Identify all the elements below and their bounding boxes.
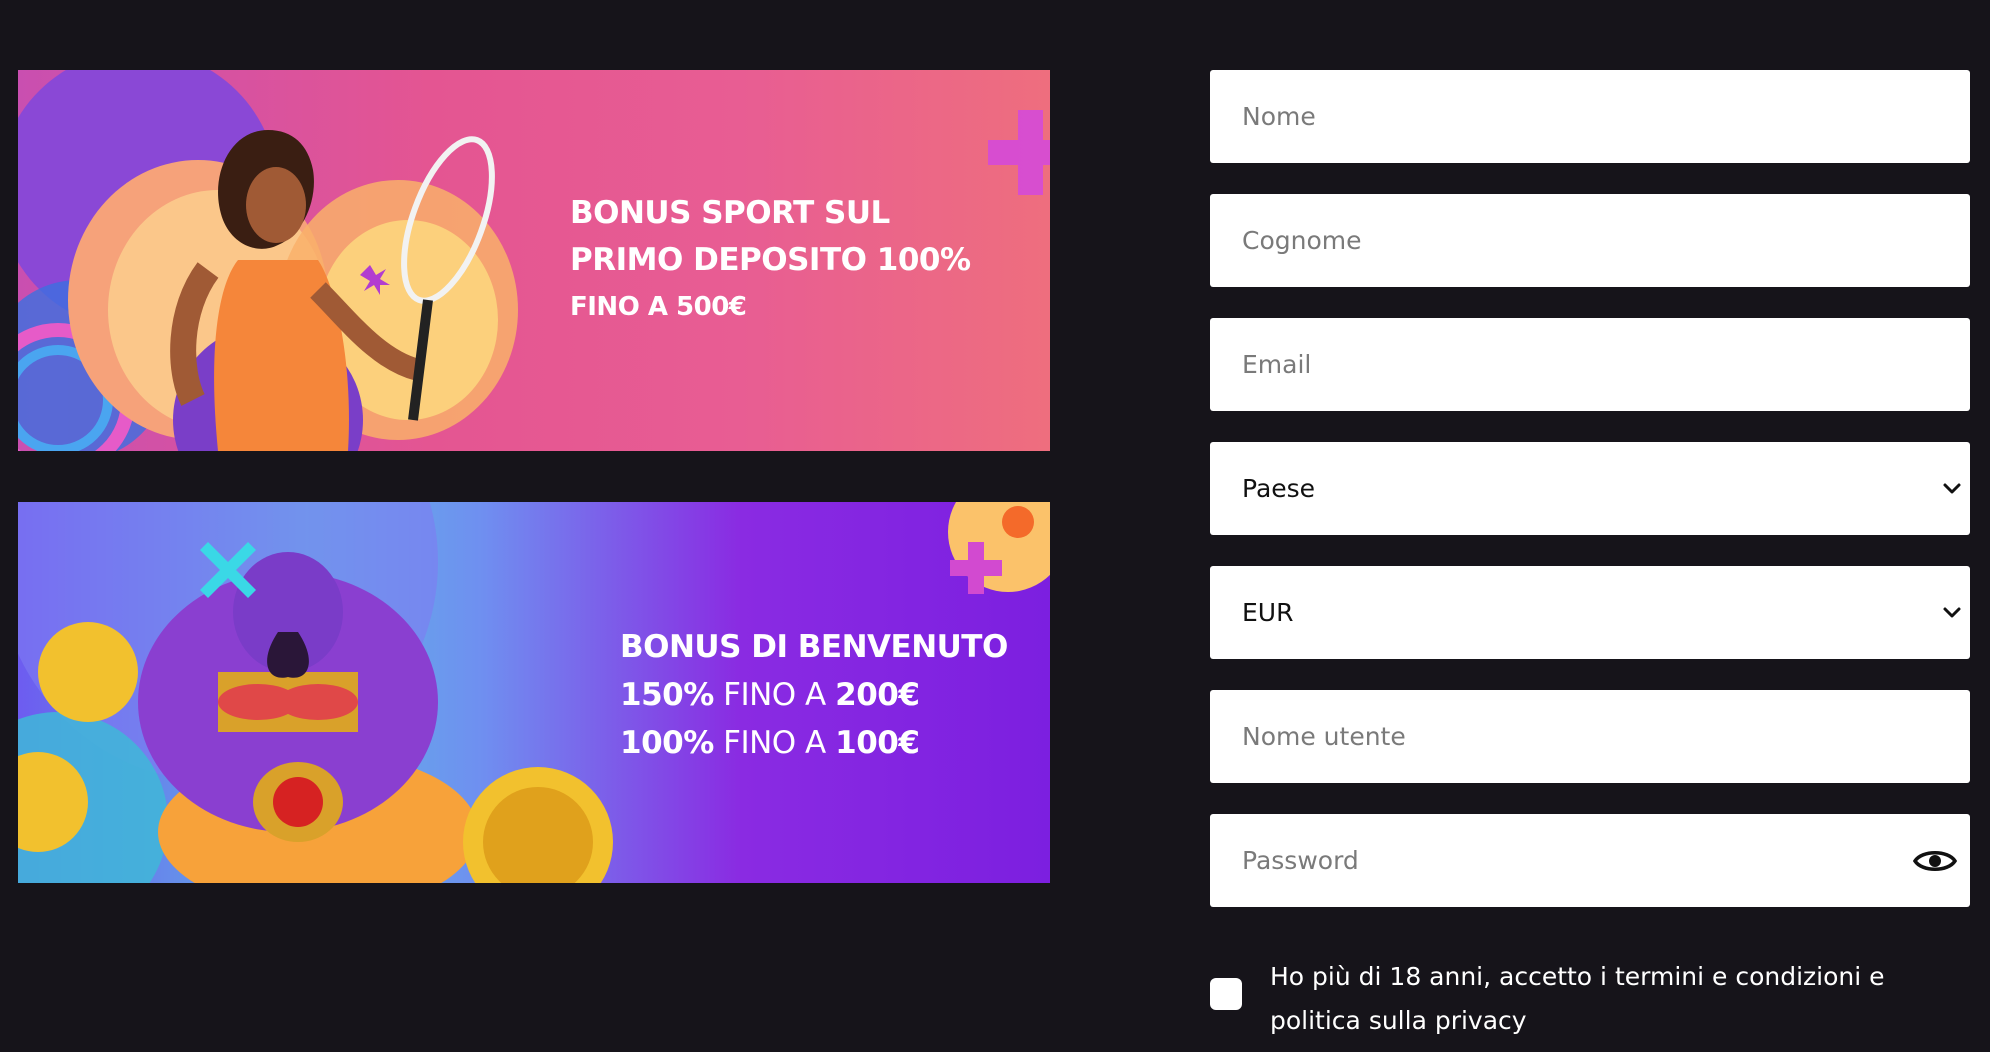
eye-icon[interactable] — [1912, 846, 1958, 876]
casino-bonus-text: BONUS DI BENVENUTO 150% FINO A 200€ 100%… — [620, 632, 1008, 776]
casino-bonus-row1-pct: 150% — [620, 677, 714, 713]
sport-bonus-line1: BONUS SPORT SUL — [570, 195, 890, 231]
casino-bonus-row2-pct: 100% — [620, 725, 714, 761]
last-name-input[interactable] — [1210, 194, 1970, 287]
casino-bonus-line1: BONUS DI BENVENUTO — [620, 629, 1008, 665]
email-field — [1210, 318, 1970, 411]
sport-bonus-line3: FINO A 500€ — [570, 292, 747, 322]
casino-welcome-banner[interactable]: BONUS DI BENVENUTO 150% FINO A 200€ 100%… — [18, 502, 1050, 883]
chevron-down-icon — [1943, 607, 1961, 617]
first-name-input[interactable] — [1210, 70, 1970, 163]
last-name-field — [1210, 194, 1970, 287]
first-name-field — [1210, 70, 1970, 163]
chevron-down-icon — [1943, 483, 1961, 493]
sport-bonus-banner[interactable]: BONUS SPORT SUL PRIMO DEPOSITO 100% FINO… — [18, 70, 1050, 451]
currency-select[interactable]: EUR — [1210, 566, 1970, 659]
currency-select-value: EUR — [1242, 598, 1294, 627]
country-select-value: Paese — [1242, 474, 1316, 503]
casino-bonus-row1-amount: 200€ — [835, 677, 920, 713]
sport-bonus-text: BONUS SPORT SUL PRIMO DEPOSITO 100% FINO… — [570, 195, 971, 322]
casino-bonus-row1-mid: FINO A — [713, 677, 836, 713]
password-field — [1210, 814, 1970, 907]
username-input[interactable] — [1210, 690, 1970, 783]
email-input[interactable] — [1210, 318, 1970, 411]
age-terms-label[interactable]: Ho più di 18 anni, accetto i termini e c… — [1270, 955, 1980, 1043]
casino-bonus-row2-amount: 100€ — [835, 725, 920, 761]
registration-form: Paese EUR — [1210, 70, 1970, 938]
username-field — [1210, 690, 1970, 783]
password-input[interactable] — [1210, 814, 1970, 907]
casino-bonus-row1: 150% FINO A 200€ — [620, 680, 1008, 711]
country-select[interactable]: Paese — [1210, 442, 1970, 535]
casino-bonus-row2-mid: FINO A — [713, 725, 836, 761]
casino-bonus-row2: 100% FINO A 100€ — [620, 728, 1008, 759]
sport-bonus-line2: PRIMO DEPOSITO 100% — [570, 242, 971, 278]
age-terms-checkbox[interactable] — [1210, 978, 1242, 1010]
registration-page: BONUS SPORT SUL PRIMO DEPOSITO 100% FINO… — [0, 0, 1990, 1052]
